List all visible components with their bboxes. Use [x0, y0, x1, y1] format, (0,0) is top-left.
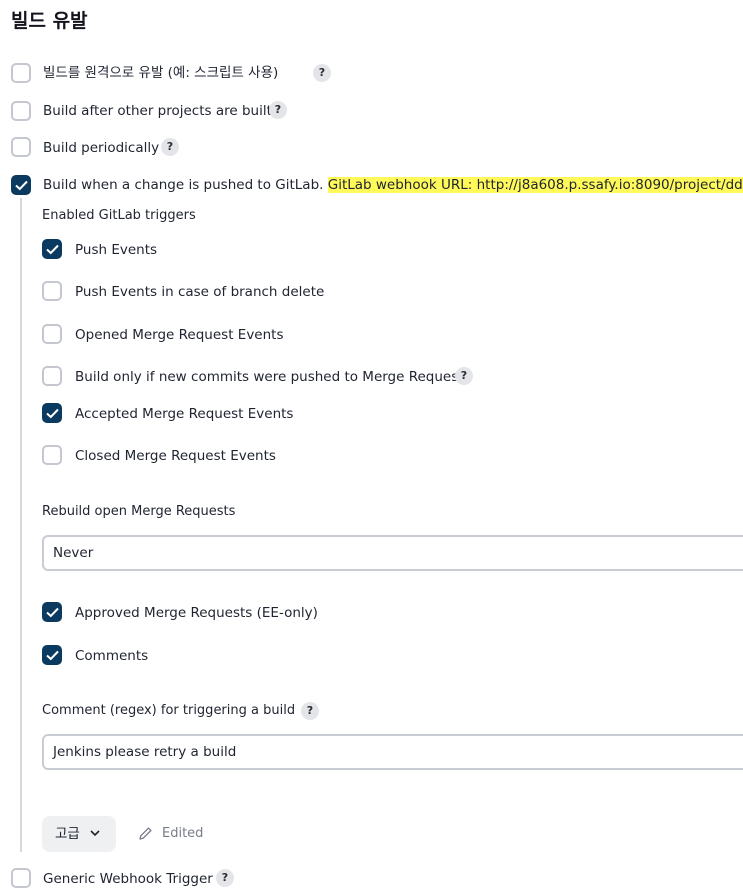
opened-mr-checkbox[interactable]	[42, 324, 62, 344]
help-icon[interactable]: ?	[216, 869, 234, 887]
gitlab-trigger-label: Build when a change is pushed to GitLab.…	[43, 176, 743, 194]
build-periodically-label: Build periodically	[43, 140, 160, 156]
help-icon[interactable]: ?	[161, 138, 179, 156]
checkmark-icon	[46, 408, 59, 419]
advanced-button-label: 고급	[55, 826, 80, 842]
closed-mr-label: Closed Merge Request Events	[75, 448, 276, 464]
checkmark-icon	[15, 180, 28, 191]
advanced-button[interactable]: 고급	[42, 816, 116, 852]
approved-mr-label: Approved Merge Requests (EE-only)	[75, 605, 318, 621]
checkmark-icon	[46, 650, 59, 661]
build-after-other-label: Build after other projects are built	[43, 103, 272, 119]
help-icon[interactable]: ?	[455, 367, 473, 385]
push-events-checkbox[interactable]	[42, 239, 62, 259]
comments-label: Comments	[75, 648, 149, 664]
new-commits-mr-label: Build only if new commits were pushed to…	[75, 369, 464, 385]
accepted-mr-checkbox[interactable]	[42, 403, 62, 423]
checkmark-icon	[46, 244, 59, 255]
generic-webhook-label: Generic Webhook Trigger	[43, 871, 213, 887]
build-periodically-checkbox[interactable]	[11, 137, 31, 157]
rebuild-mr-select[interactable]: Never	[42, 535, 743, 571]
generic-webhook-checkbox[interactable]	[11, 868, 31, 888]
remote-trigger-label: 빌드를 원격으로 유발 (예: 스크립트 사용)	[43, 65, 279, 81]
comment-regex-input[interactable]: Jenkins please retry a build	[42, 734, 743, 770]
push-branch-delete-checkbox[interactable]	[42, 281, 62, 301]
gitlab-webhook-url: GitLab webhook URL: http://j8a608.p.ssaf…	[327, 177, 743, 193]
help-icon[interactable]: ?	[301, 702, 319, 720]
enabled-triggers-heading: Enabled GitLab triggers	[42, 208, 196, 223]
pencil-icon	[139, 827, 152, 840]
push-events-label: Push Events	[75, 242, 158, 258]
build-after-other-checkbox[interactable]	[11, 101, 31, 121]
edited-label: Edited	[162, 826, 204, 841]
remote-trigger-checkbox[interactable]	[11, 63, 31, 83]
help-icon[interactable]: ?	[313, 64, 331, 82]
accepted-mr-label: Accepted Merge Request Events	[75, 406, 294, 422]
push-branch-delete-label: Push Events in case of branch delete	[75, 284, 325, 300]
section-title: 빌드 유발	[11, 10, 88, 32]
comments-checkbox[interactable]	[42, 645, 62, 665]
new-commits-mr-checkbox[interactable]	[42, 366, 62, 386]
checkmark-icon	[46, 607, 59, 618]
rebuild-mr-label: Rebuild open Merge Requests	[42, 504, 236, 519]
nested-section-divider	[20, 198, 22, 852]
gitlab-trigger-text: Build when a change is pushed to GitLab.	[43, 177, 324, 193]
comment-regex-label: Comment (regex) for triggering a build	[42, 703, 296, 718]
opened-mr-label: Opened Merge Request Events	[75, 327, 284, 343]
chevron-down-icon	[90, 830, 100, 837]
approved-mr-checkbox[interactable]	[42, 602, 62, 622]
gitlab-trigger-checkbox[interactable]	[11, 175, 31, 195]
closed-mr-checkbox[interactable]	[42, 445, 62, 465]
help-icon[interactable]: ?	[269, 101, 287, 119]
